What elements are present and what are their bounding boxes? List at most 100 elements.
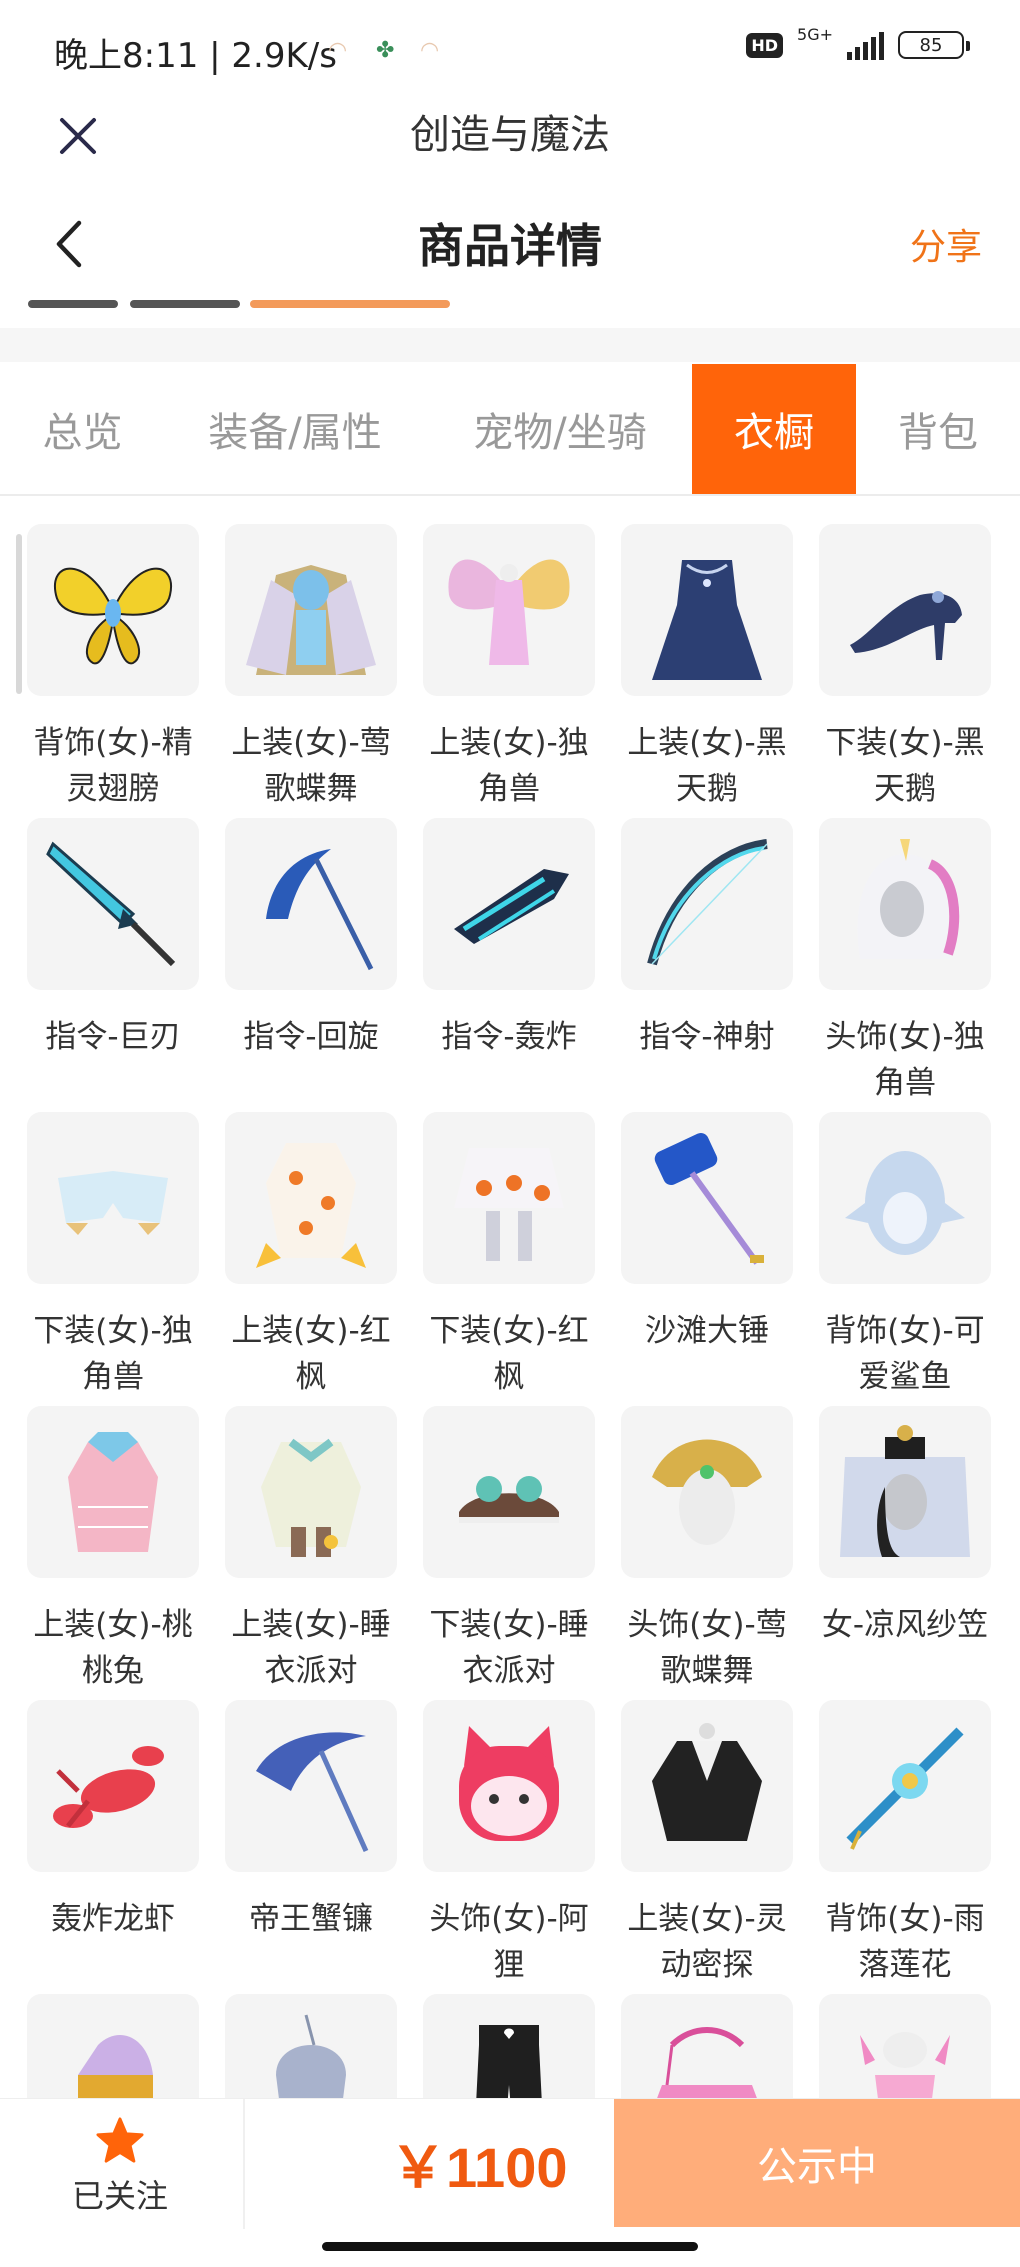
item-label: 沙滩大锤 xyxy=(645,1313,769,1349)
notification-icon: ◠ xyxy=(420,38,440,63)
fox-mask-icon xyxy=(459,1726,559,1841)
item-label: 上装(女)-灵动密探 xyxy=(627,1901,787,1983)
scrolled-content-edge xyxy=(0,292,1020,320)
winged-outfit-icon xyxy=(246,565,376,675)
leather-jacket-icon xyxy=(652,1723,762,1841)
wardrobe-item[interactable]: 上装(女)-莺歌蝶舞 xyxy=(216,524,414,807)
beach-hammer-icon xyxy=(654,1133,764,1265)
share-button[interactable]: 分享 xyxy=(910,218,982,270)
app-bar: 创造与魔法 xyxy=(0,96,1020,196)
blue-gown-icon xyxy=(652,560,762,680)
item-label: 上装(女)-莺歌蝶舞 xyxy=(231,725,391,807)
wardrobe-item[interactable]: 上装(女)-红枫 xyxy=(216,1112,414,1395)
pink-swimsuit-icon xyxy=(860,2032,950,2098)
wardrobe-item[interactable]: 下装(女)-睡衣派对 xyxy=(414,1406,612,1689)
wardrobe-item[interactable] xyxy=(216,1994,414,2098)
item-label: 头饰(女)-莺歌蝶舞 xyxy=(627,1607,787,1689)
tab-label: 装备/属性 xyxy=(208,410,382,456)
wardrobe-item[interactable]: 指令-神射 xyxy=(612,818,810,1088)
wardrobe-item[interactable]: 指令-巨刃 xyxy=(18,818,216,1088)
status-bar: 晚上8:11 | 2.9K/s ◠ ✤ ◠ HD 5G+ 85 xyxy=(0,0,1020,96)
scythe-icon xyxy=(266,849,374,971)
notification-icon: ◠ xyxy=(328,38,348,63)
tab-label: 总览 xyxy=(42,410,123,456)
wardrobe-item[interactable]: 沙滩大锤 xyxy=(612,1112,810,1382)
wardrobe-item[interactable]: 下装(女)-独角兽 xyxy=(18,1112,216,1395)
crab-scythe-icon xyxy=(256,1732,369,1853)
item-label: 上装(女)-睡衣派对 xyxy=(231,1607,391,1689)
pajama-top-icon xyxy=(261,1438,361,1557)
lobster-icon xyxy=(53,1746,164,1828)
item-label: 背饰(女)-雨落莲花 xyxy=(825,1901,985,1983)
maple-kimono-icon xyxy=(256,1143,366,1268)
wardrobe-item[interactable]: 指令-回旋 xyxy=(216,818,414,1088)
battery-icon: 85 xyxy=(898,31,970,59)
home-indicator[interactable] xyxy=(322,2242,698,2251)
tab-bar: 总览 装备/属性 宠物/坐骑 衣橱 背包 xyxy=(0,364,1020,496)
maple-skirt-icon xyxy=(454,1148,564,1261)
follow-button[interactable]: 已关注 xyxy=(40,2117,200,2217)
unicorn-hood-icon xyxy=(857,839,960,959)
wardrobe-item[interactable]: 下装(女)-红枫 xyxy=(414,1112,612,1395)
wardrobe-item[interactable] xyxy=(18,1994,216,2098)
wardrobe-grid[interactable]: 背饰(女)-精灵翅膀 上装(女)-莺歌蝶舞 上装(女)-独角兽 上装(女)-黑天… xyxy=(0,498,1020,2098)
tab-label: 宠物/坐骑 xyxy=(473,410,647,456)
wardrobe-item[interactable]: 帝王蟹镰 xyxy=(216,1700,414,1970)
pink-bunny-dress-icon xyxy=(68,1432,158,1552)
butterfly-wings-icon xyxy=(53,567,173,665)
item-label: 上装(女)-红枫 xyxy=(231,1313,391,1395)
page-title: 商品详情 xyxy=(418,219,602,273)
wardrobe-item[interactable] xyxy=(414,1994,612,2098)
veil-hat-icon xyxy=(840,1425,970,1557)
app-title: 创造与魔法 xyxy=(410,112,610,158)
tab-wardrobe[interactable]: 衣橱 xyxy=(692,364,856,494)
wardrobe-item[interactable]: 背饰(女)-可爱鲨鱼 xyxy=(810,1112,1008,1395)
item-label: 上装(女)-桃桃兔 xyxy=(33,1607,193,1689)
great-sword-icon xyxy=(46,841,176,967)
wardrobe-item[interactable]: 上装(女)-桃桃兔 xyxy=(18,1406,216,1689)
wardrobe-item[interactable]: 轰炸龙虾 xyxy=(18,1700,216,1970)
wardrobe-item[interactable]: 上装(女)-睡衣派对 xyxy=(216,1406,414,1689)
item-label: 轰炸龙虾 xyxy=(51,1901,175,1937)
follow-label: 已关注 xyxy=(71,2177,168,2215)
wardrobe-item[interactable]: 指令-轰炸 xyxy=(414,818,612,1088)
item-label: 上装(女)-独角兽 xyxy=(429,725,589,807)
wardrobe-item[interactable]: 背饰(女)-雨落莲花 xyxy=(810,1700,1008,1983)
lotus-umbrella-icon xyxy=(846,1727,964,1850)
pink-skirt-icon xyxy=(657,2027,757,2098)
wardrobe-item[interactable] xyxy=(810,1994,1008,2098)
shark-plush-icon xyxy=(845,1151,965,1255)
network-type: 5G+ xyxy=(797,25,833,44)
wardrobe-item[interactable]: 头饰(女)-阿狸 xyxy=(414,1700,612,1983)
wardrobe-item[interactable]: 上装(女)-灵动密探 xyxy=(612,1700,810,1983)
price: ￥1100 xyxy=(390,2136,568,2199)
signal-icon xyxy=(847,30,884,60)
tab-pets-mounts[interactable]: 宠物/坐骑 xyxy=(430,364,690,494)
hd-badge: HD xyxy=(746,32,784,58)
item-label: 背饰(女)-精灵翅膀 xyxy=(33,725,193,807)
tab-bag[interactable]: 背包 xyxy=(856,364,1020,494)
golden-headdress-icon xyxy=(652,1439,762,1545)
wardrobe-item[interactable]: 女-凉风纱笠 xyxy=(810,1406,1008,1676)
wardrobe-item[interactable]: 上装(女)-黑天鹅 xyxy=(612,524,810,807)
tab-overview[interactable]: 总览 xyxy=(0,364,165,494)
tab-equipment[interactable]: 装备/属性 xyxy=(165,364,425,494)
wardrobe-item[interactable]: 背饰(女)-精灵翅膀 xyxy=(18,524,216,807)
item-label: 头饰(女)-阿狸 xyxy=(429,1901,589,1983)
app-notification-icon: ✤ xyxy=(376,38,395,63)
wardrobe-item[interactable]: 头饰(女)-莺歌蝶舞 xyxy=(612,1406,810,1689)
divider xyxy=(243,2099,245,2229)
public-notice-button[interactable]: 公示中 xyxy=(614,2099,1020,2227)
item-label: 帝王蟹镰 xyxy=(249,1901,373,1937)
wardrobe-item[interactable]: 头饰(女)-独角兽 xyxy=(810,818,1008,1101)
wardrobe-item[interactable] xyxy=(612,1994,810,2098)
bow-icon xyxy=(647,839,768,966)
purple-cape-icon xyxy=(78,2035,153,2098)
tab-label: 衣橱 xyxy=(734,410,814,456)
wardrobe-item[interactable]: 下装(女)-黑天鹅 xyxy=(810,524,1008,807)
item-label: 上装(女)-黑天鹅 xyxy=(627,725,787,807)
fluffy-shorts-icon xyxy=(58,1171,168,1235)
item-label: 下装(女)-睡衣派对 xyxy=(429,1607,589,1689)
high-heel-icon xyxy=(850,591,962,660)
wardrobe-item[interactable]: 上装(女)-独角兽 xyxy=(414,524,612,807)
